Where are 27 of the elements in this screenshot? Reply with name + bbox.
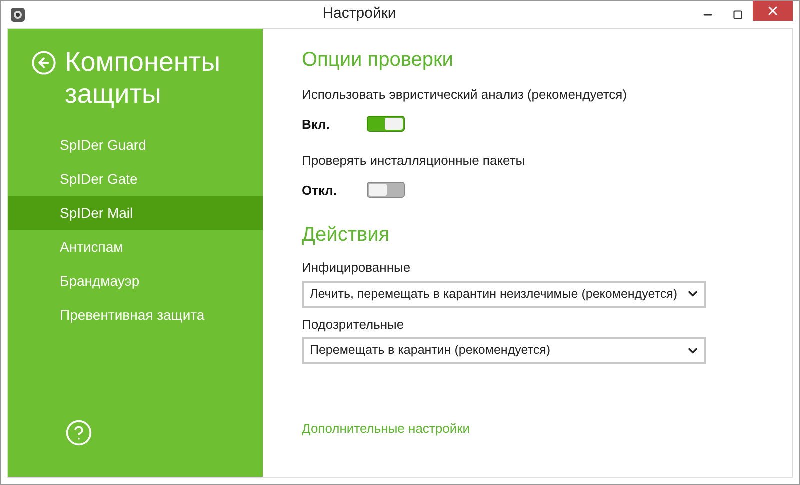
field-label: Подозрительные — [302, 316, 406, 334]
close-button[interactable] — [753, 1, 793, 21]
dropdown[interactable]: Перемещать в карантин (рекомендуется) — [302, 337, 706, 364]
sidebar-item[interactable]: SpIDer Mail — [8, 196, 263, 230]
maximize-icon[interactable] — [733, 10, 743, 20]
advanced-settings-link[interactable]: Дополнительные настройки — [302, 421, 470, 436]
help-icon[interactable] — [65, 419, 93, 447]
section-title: Опции проверки — [302, 48, 454, 73]
toggle-state: Откл. — [302, 182, 338, 200]
field-label: Инфицированные — [302, 259, 412, 277]
sidebar-item[interactable]: SpIDer Gate — [8, 162, 263, 196]
section-title: Действия — [302, 223, 391, 248]
dropdown[interactable]: Лечить, перемещать в карантин неизлечимые (рекомендуется) — [302, 280, 706, 308]
toggle-state: Вкл. — [302, 116, 331, 134]
toggle-switch[interactable] — [367, 116, 405, 132]
sidebar-item[interactable]: Брандмауэр — [8, 264, 263, 298]
toggle-switch[interactable] — [367, 182, 405, 198]
close-icon — [766, 4, 780, 18]
sidebar-item[interactable]: SpIDer Guard — [8, 128, 263, 162]
window-title: Настройки — [322, 5, 396, 22]
app-logo-icon — [10, 6, 26, 22]
sidebar-item[interactable]: Превентивная защита — [8, 298, 263, 332]
sidebar-item[interactable]: Антиспам — [8, 230, 263, 264]
option-label: Использовать эвристический анализ (рекомендуется) — [302, 86, 628, 104]
back-icon[interactable] — [31, 50, 57, 76]
option-label: Проверять инсталляционные пакеты — [302, 152, 526, 170]
sidebar-title: Компоненты защиты — [65, 46, 222, 110]
